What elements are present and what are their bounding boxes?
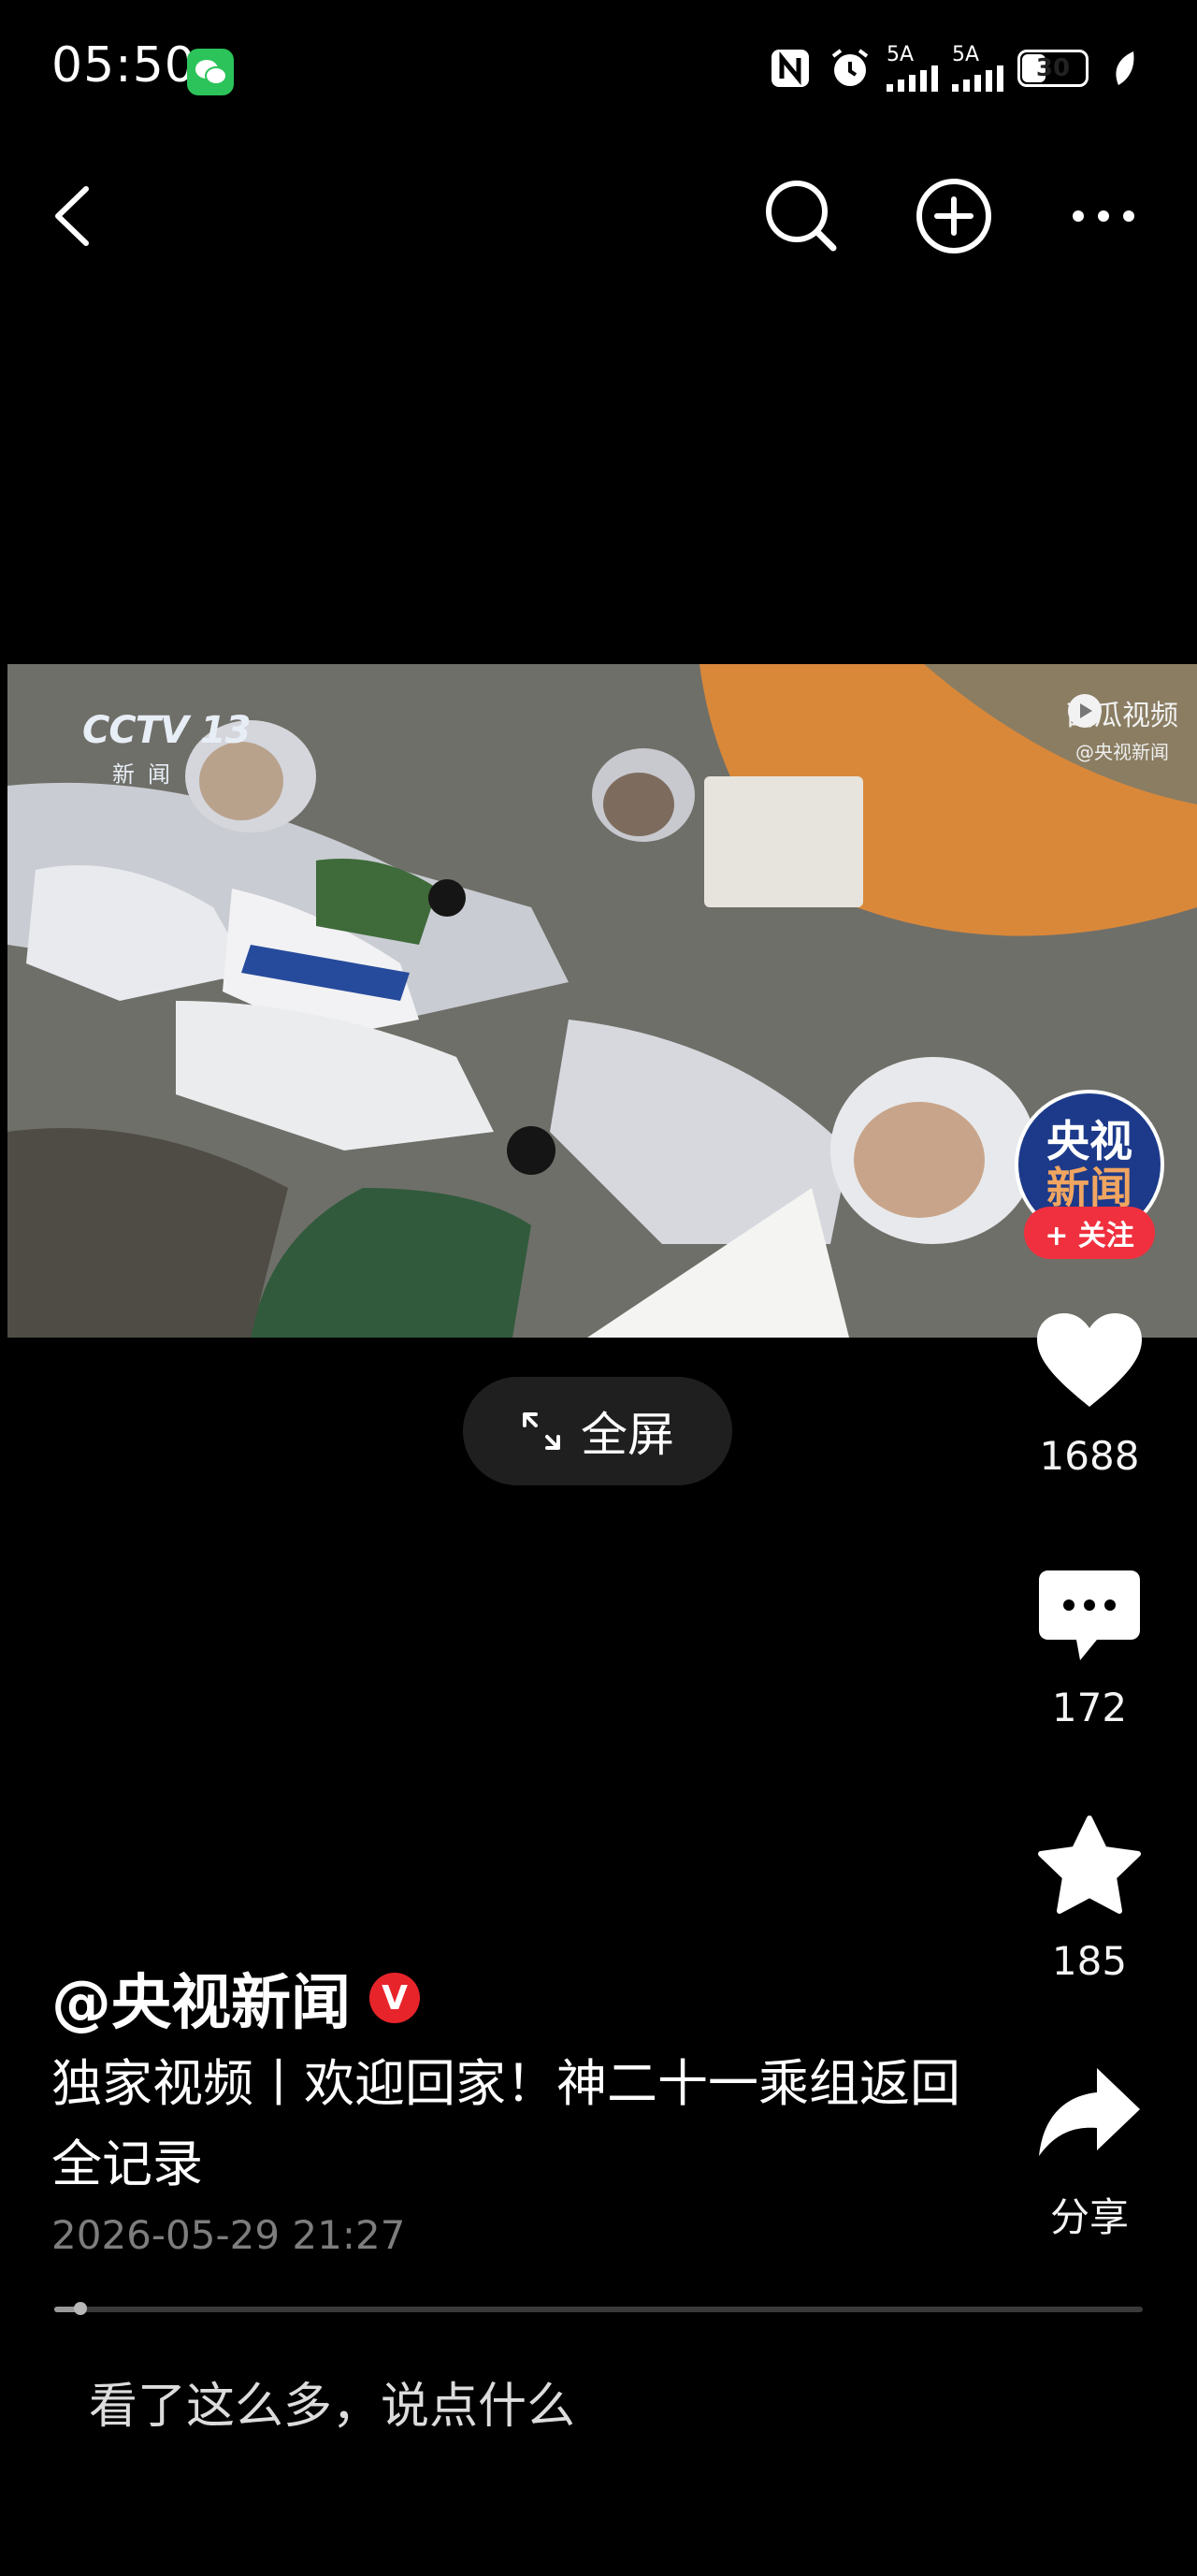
cctv-channel-sub: 新闻 [112,761,183,788]
heart-icon [1037,1313,1142,1407]
expand-icon [523,1412,560,1450]
avatar-text-line2: 新闻 [1046,1163,1132,1213]
comment-count: 172 [1051,1685,1128,1730]
add-button[interactable] [912,174,996,258]
xigua-watermark: 西瓜视频 [1066,692,1178,733]
signal-indicator-1: 5A [887,45,939,92]
fullscreen-button[interactable]: 全屏 [463,1377,732,1485]
author-name-row[interactable]: @央视新闻 V [51,1955,420,2041]
status-icons: 5A 5A 30 [767,42,1148,94]
fullscreen-label: 全屏 [581,1408,674,1462]
share-label: 分享 [1049,2194,1129,2240]
star-icon [1038,1816,1141,1914]
status-time: 05:50 [51,37,196,94]
favorite-count: 185 [1051,1938,1128,1984]
leaf-icon [1102,45,1148,92]
share-icon [1039,2068,1140,2156]
alarm-icon [827,45,873,92]
add-circle-icon [916,179,991,253]
back-button[interactable] [30,174,114,258]
favorite-action[interactable]: 185 [1029,1815,1150,1984]
post-description: 独家视频丨欢迎回家！神二十一乘组返回全记录 [51,2054,960,2193]
author-name: @央视新闻 [51,1969,351,2038]
more-button[interactable] [1061,174,1146,258]
video-frame-image [7,664,1197,1338]
xigua-watermark-handle: @央视新闻 [1075,741,1169,763]
like-action[interactable]: 1688 [1029,1310,1150,1479]
progress-knob[interactable] [73,2302,87,2315]
publish-time: 2026-05-29 21:27 [51,2212,406,2258]
wechat-icon [187,49,234,95]
video-player[interactable]: CCTV 13 新闻 西瓜视频 @央视新闻 [7,664,1197,1338]
verified-badge: V [369,1973,420,2023]
search-button[interactable] [759,174,844,258]
signal-icon [887,65,938,92]
signal-label-1: 5A [887,43,915,66]
battery-level: 30 [1035,54,1071,82]
cctv-channel-logo: CCTV 13 [82,709,252,752]
signal-label-2: 5A [952,43,980,66]
avatar-text-line1: 央视 [1046,1116,1132,1166]
battery-icon: 30 [1017,50,1089,87]
comment-action[interactable]: 172 [1029,1567,1150,1730]
nfc-icon [767,45,814,92]
like-count: 1688 [1039,1433,1140,1479]
play-circle-icon [1068,694,1102,728]
follow-button[interactable]: + 关注 [1024,1207,1155,1259]
more-icon [1073,210,1134,222]
comment-input[interactable]: 看了这么多，说点什么 [89,2366,575,2437]
video-progress-bar[interactable] [54,2302,1143,2315]
share-action[interactable]: 分享 [1029,2062,1150,2243]
comment-icon [1039,1570,1140,1660]
signal-icon [952,65,1003,92]
back-icon [55,186,89,246]
search-icon [766,181,837,252]
signal-indicator-2: 5A [952,45,1004,92]
